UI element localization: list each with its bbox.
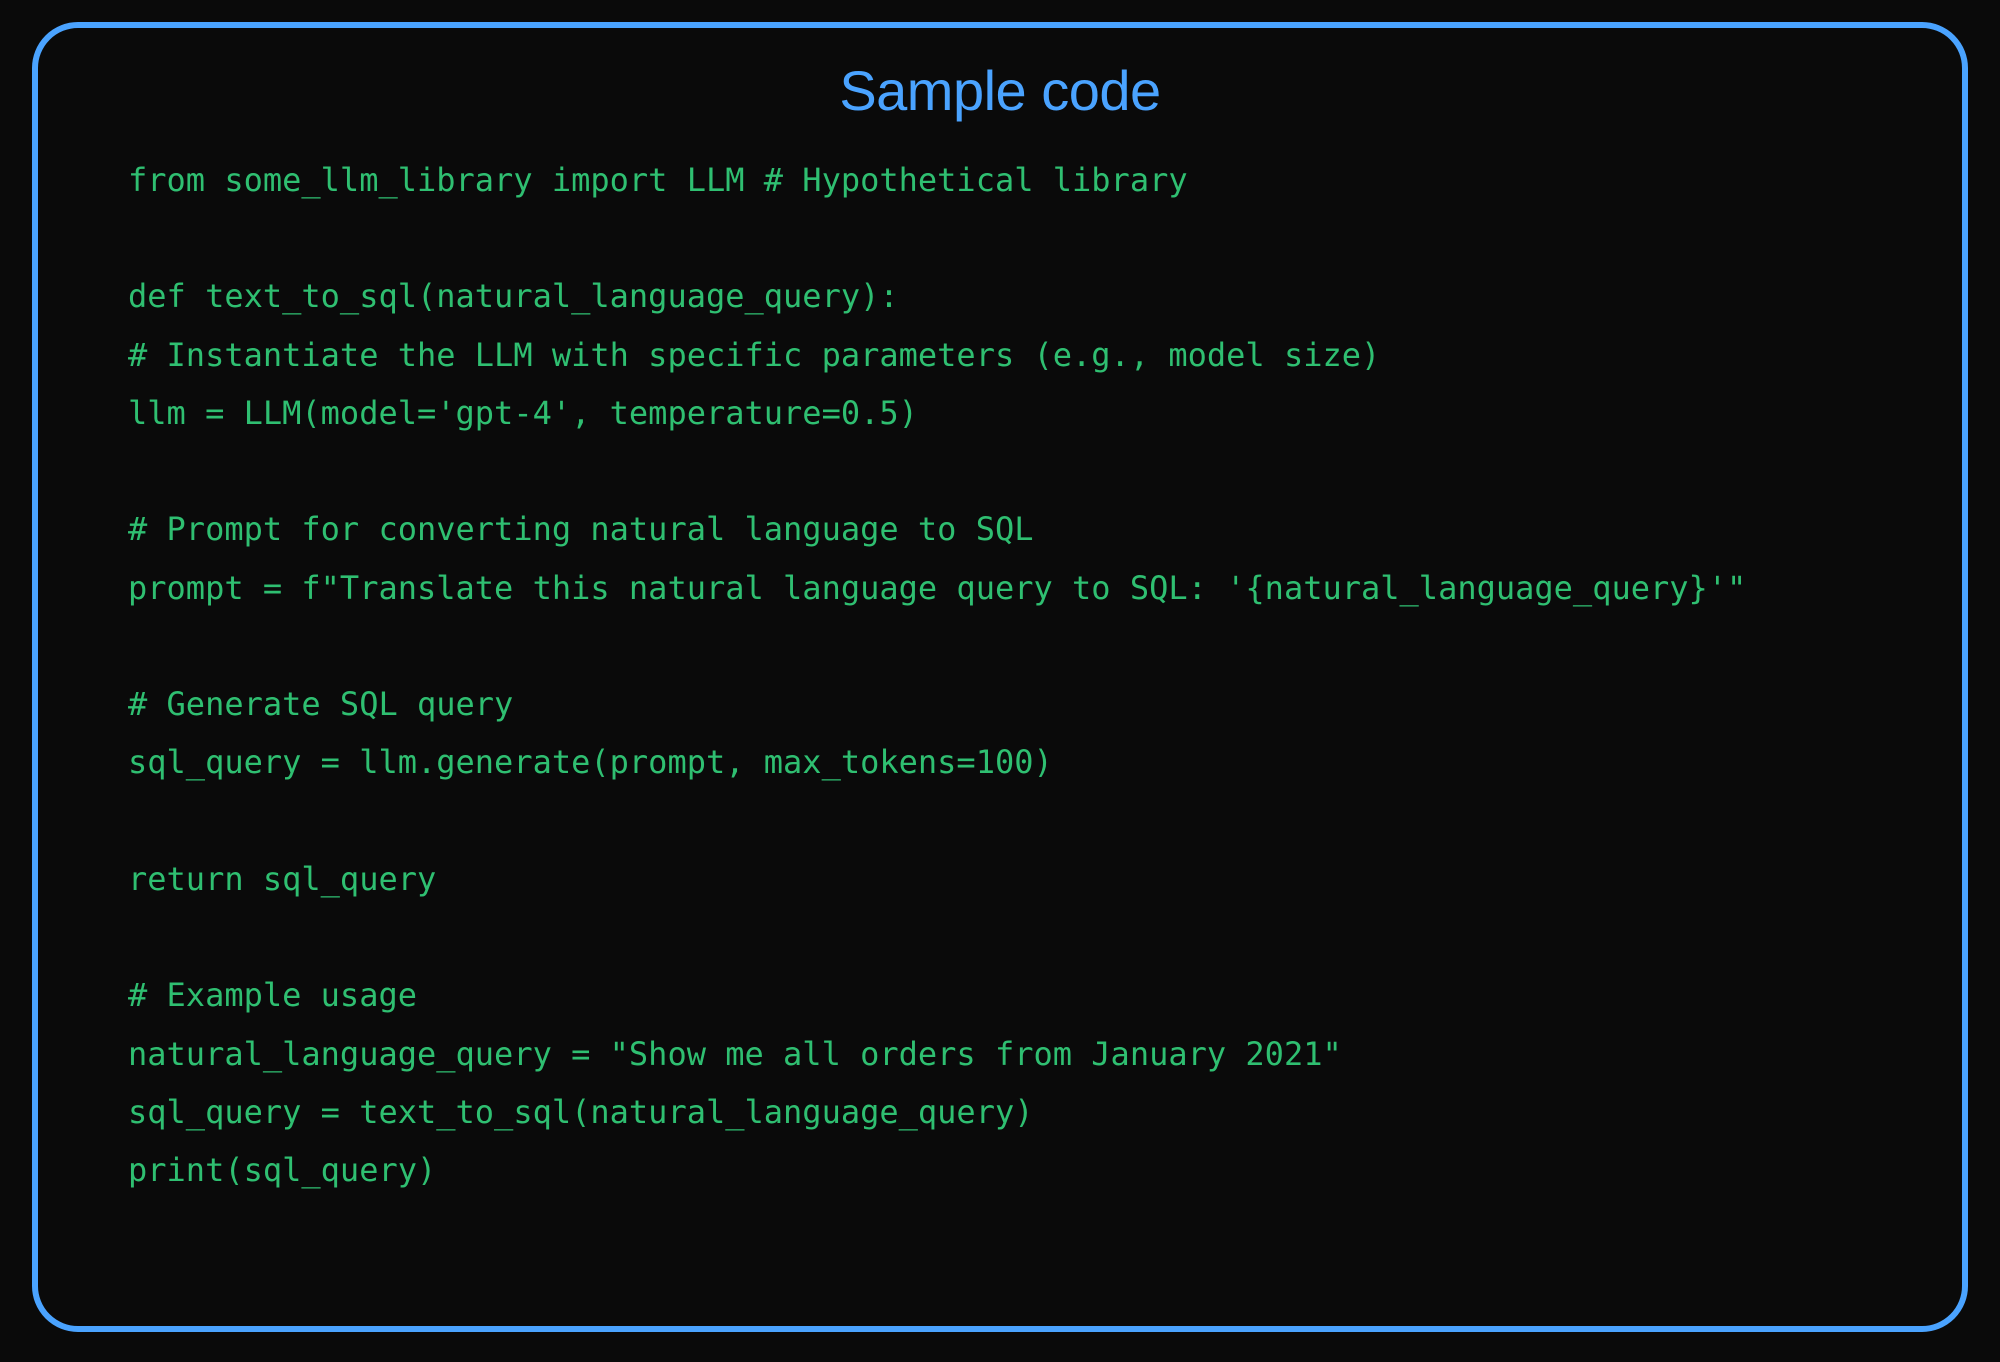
card-title: Sample code bbox=[128, 58, 1872, 123]
code-card: Sample code from some_llm_library import… bbox=[32, 22, 1968, 1332]
code-block: from some_llm_library import LLM # Hypot… bbox=[128, 151, 1872, 1199]
